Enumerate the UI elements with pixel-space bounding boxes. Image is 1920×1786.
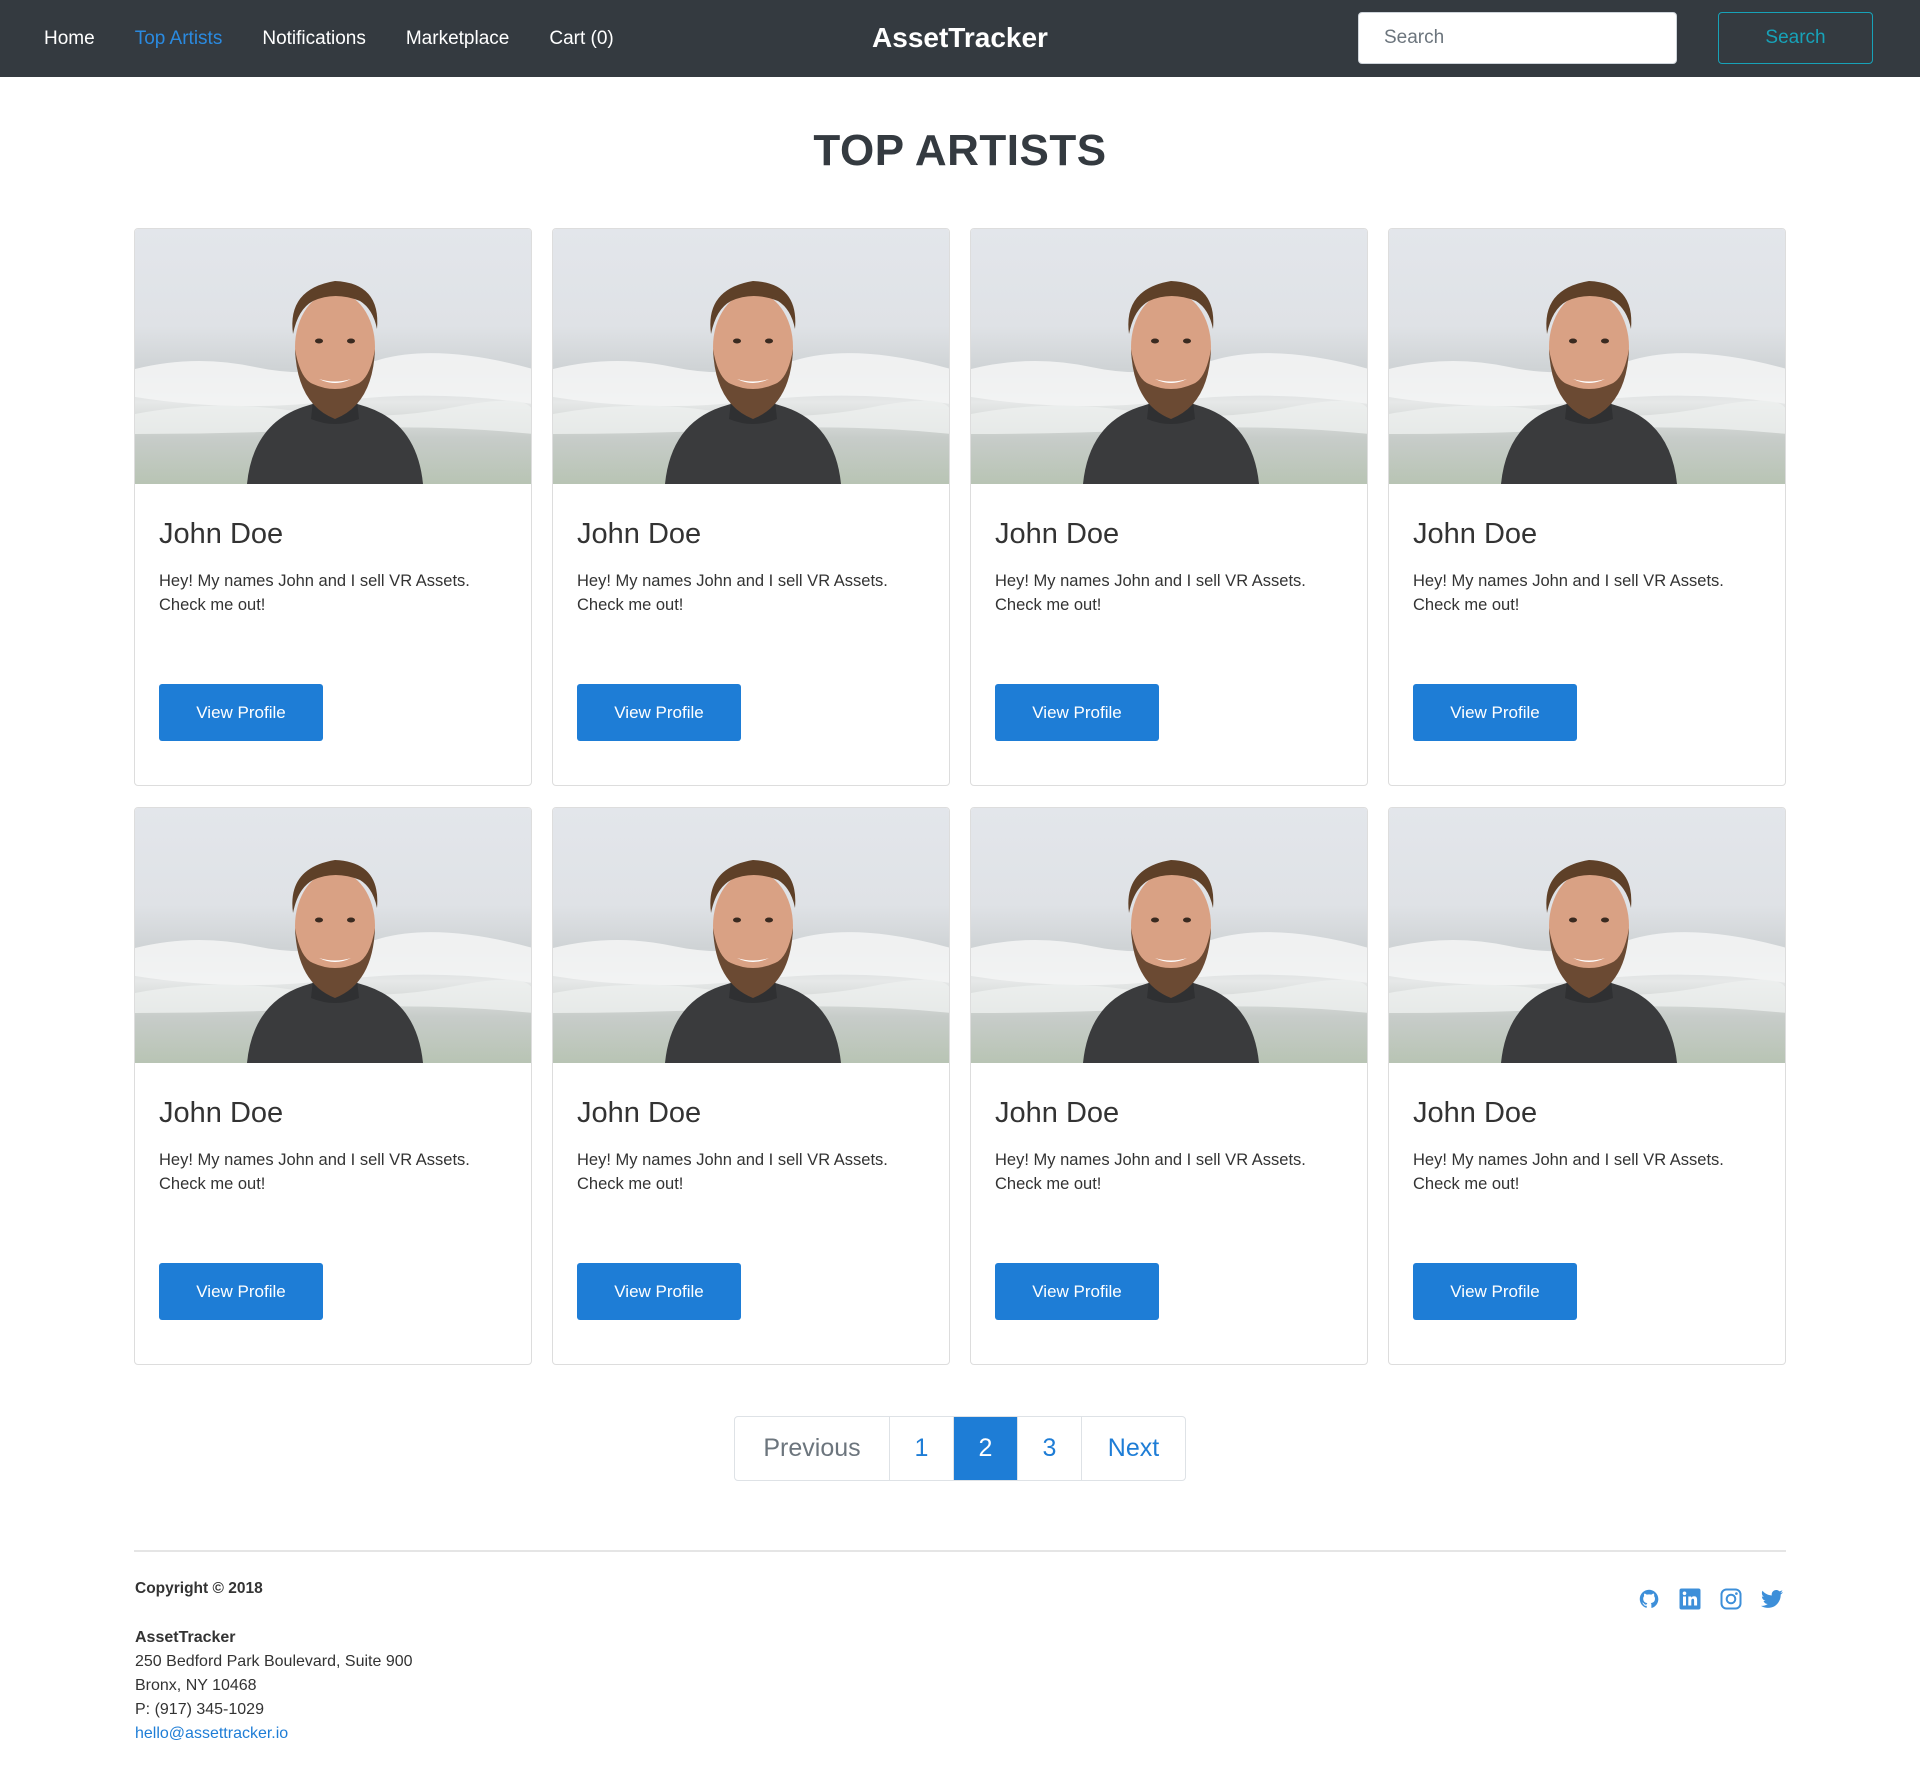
pagination-page-1[interactable]: 1 [889, 1417, 953, 1480]
artist-bio: Hey! My names John and I sell VR Assets.… [995, 1150, 1306, 1193]
view-profile-button[interactable]: View Profile [577, 1263, 741, 1320]
artist-bio: Hey! My names John and I sell VR Assets.… [1413, 1150, 1724, 1193]
footer-email-link[interactable]: hello@assettracker.io [135, 1725, 288, 1742]
view-profile-button[interactable]: View Profile [577, 684, 741, 741]
artist-photo [1389, 808, 1785, 1063]
portrait-illustration [971, 281, 1367, 484]
artist-card: John Doe Hey! My names John and I sell VR… [1388, 228, 1786, 786]
card-body: John Doe Hey! My names John and I sell VR… [1413, 484, 1761, 617]
footer-phone: P: (917) 345-1029 [135, 1701, 264, 1718]
nav-link-home[interactable]: Home [44, 28, 95, 50]
artist-photo [971, 808, 1367, 1063]
artist-card: John Doe Hey! My names John and I sell VR… [552, 807, 950, 1365]
linkedin-icon[interactable] [1678, 1587, 1702, 1611]
social-links [1637, 1587, 1784, 1611]
artist-name: John Doe [159, 1097, 284, 1129]
nav-link-notifications[interactable]: Notifications [262, 28, 366, 50]
artist-name: John Doe [995, 1097, 1120, 1129]
artist-name: John Doe [577, 518, 702, 550]
view-profile-button[interactable]: View Profile [995, 1263, 1159, 1320]
card-body: John Doe Hey! My names John and I sell VR… [577, 1063, 925, 1196]
nav-link-cart[interactable]: Cart (0) [549, 28, 613, 50]
nav-link-top-artists[interactable]: Top Artists [135, 28, 223, 50]
artist-card: John Doe Hey! My names John and I sell VR… [970, 228, 1368, 786]
artist-grid: John Doe Hey! My names John and I sell VR… [134, 228, 1786, 1365]
artist-card: John Doe Hey! My names John and I sell VR… [970, 807, 1368, 1365]
twitter-icon[interactable] [1760, 1587, 1784, 1611]
nav-links: Home Top Artists Notifications Marketpla… [44, 0, 654, 77]
footer-address: AssetTracker 250 Bedford Park Boulevard,… [135, 1626, 413, 1746]
view-profile-button[interactable]: View Profile [159, 684, 323, 741]
github-icon[interactable] [1637, 1587, 1661, 1611]
footer-company: AssetTracker [135, 1629, 236, 1646]
artist-card: John Doe Hey! My names John and I sell VR… [134, 228, 532, 786]
portrait-illustration [135, 281, 531, 484]
navbar: Home Top Artists Notifications Marketpla… [0, 0, 1920, 77]
card-body: John Doe Hey! My names John and I sell VR… [995, 484, 1343, 617]
portrait-illustration [135, 860, 531, 1063]
artist-photo [135, 229, 531, 484]
view-profile-button[interactable]: View Profile [995, 684, 1159, 741]
pagination-page-3[interactable]: 3 [1017, 1417, 1081, 1480]
artist-card: John Doe Hey! My names John and I sell VR… [134, 807, 532, 1365]
portrait-illustration [971, 860, 1367, 1063]
portrait-illustration [553, 281, 949, 484]
artist-name: John Doe [1413, 518, 1538, 550]
card-body: John Doe Hey! My names John and I sell VR… [577, 484, 925, 617]
card-body: John Doe Hey! My names John and I sell VR… [1413, 1063, 1761, 1196]
page-title: TOP ARTISTS [813, 126, 1107, 175]
artist-bio: Hey! My names John and I sell VR Assets.… [1413, 571, 1724, 614]
search-input[interactable] [1358, 12, 1677, 64]
instagram-icon[interactable] [1719, 1587, 1743, 1611]
artist-bio: Hey! My names John and I sell VR Assets.… [995, 571, 1306, 614]
card-body: John Doe Hey! My names John and I sell VR… [159, 484, 507, 617]
artist-bio: Hey! My names John and I sell VR Assets.… [159, 1150, 470, 1193]
artist-photo [135, 808, 531, 1063]
artist-bio: Hey! My names John and I sell VR Assets.… [577, 571, 888, 614]
search-button[interactable]: Search [1718, 12, 1873, 64]
portrait-illustration [1389, 860, 1785, 1063]
portrait-illustration [553, 860, 949, 1063]
artist-name: John Doe [159, 518, 284, 550]
view-profile-button[interactable]: View Profile [1413, 684, 1577, 741]
artist-name: John Doe [577, 1097, 702, 1129]
footer-address-line2: Bronx, NY 10468 [135, 1677, 257, 1694]
copyright: Copyright © 2018 [135, 1580, 263, 1597]
artist-card: John Doe Hey! My names John and I sell VR… [1388, 807, 1786, 1365]
brand-logo[interactable]: AssetTracker [872, 22, 1048, 53]
artist-photo [553, 229, 949, 484]
artist-photo [971, 229, 1367, 484]
view-profile-button[interactable]: View Profile [1413, 1263, 1577, 1320]
portrait-illustration [1389, 281, 1785, 484]
footer-divider [134, 1550, 1786, 1552]
pagination-previous[interactable]: Previous [735, 1417, 889, 1480]
artist-name: John Doe [995, 518, 1120, 550]
view-profile-button[interactable]: View Profile [159, 1263, 323, 1320]
card-body: John Doe Hey! My names John and I sell VR… [159, 1063, 507, 1196]
artist-photo [553, 808, 949, 1063]
artist-photo [1389, 229, 1785, 484]
pagination: Previous 1 2 3 Next [734, 1416, 1186, 1481]
footer-address-line1: 250 Bedford Park Boulevard, Suite 900 [135, 1653, 413, 1670]
pagination-next[interactable]: Next [1081, 1417, 1185, 1480]
artist-name: John Doe [1413, 1097, 1538, 1129]
artist-bio: Hey! My names John and I sell VR Assets.… [577, 1150, 888, 1193]
artist-bio: Hey! My names John and I sell VR Assets.… [159, 571, 470, 614]
card-body: John Doe Hey! My names John and I sell VR… [995, 1063, 1343, 1196]
pagination-page-2[interactable]: 2 [953, 1417, 1017, 1480]
nav-link-marketplace[interactable]: Marketplace [406, 28, 510, 50]
artist-card: John Doe Hey! My names John and I sell VR… [552, 228, 950, 786]
